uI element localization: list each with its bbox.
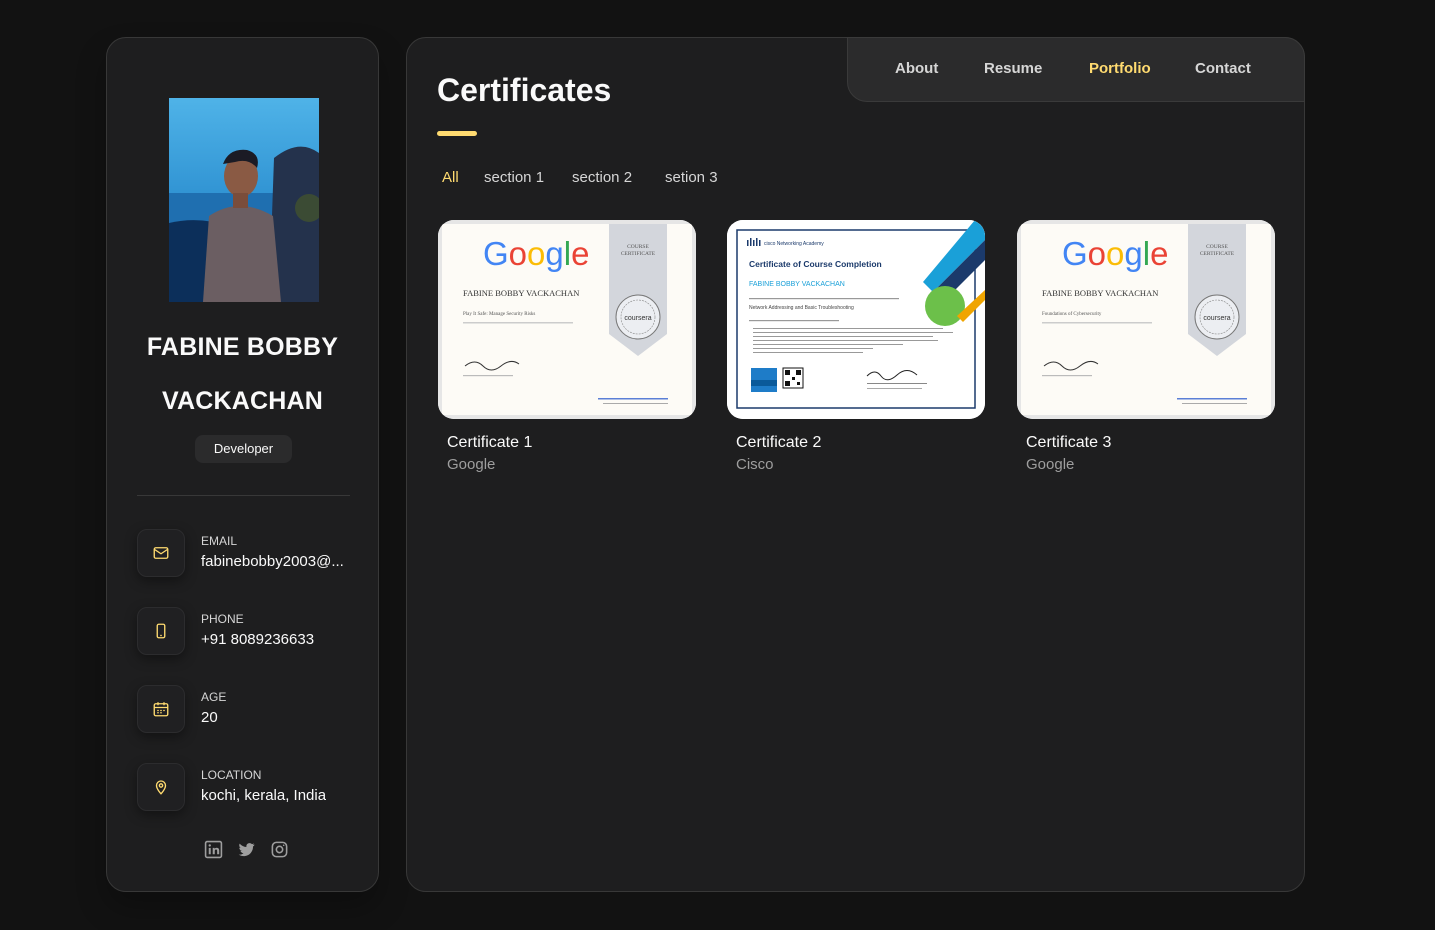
title-underline <box>437 131 477 136</box>
main-panel: About Resume Portfolio Contact Certifica… <box>406 37 1305 892</box>
nav-about[interactable]: About <box>895 60 938 77</box>
location-value: kochi, kerala, India <box>201 787 327 804</box>
seal-text: coursera <box>1203 315 1230 322</box>
calendar-icon <box>137 685 185 733</box>
filter-section-1[interactable]: section 1 <box>484 169 544 186</box>
ribbon-text-line2: CERTIFICATE <box>1200 251 1235 257</box>
profile-name-line2: VACKACHAN <box>161 387 324 415</box>
contact-phone: PHONE +91 8089236633 <box>137 607 367 655</box>
phone-icon <box>137 607 185 655</box>
age-value: 20 <box>201 709 218 726</box>
filter-section-3[interactable]: setion 3 <box>665 169 718 186</box>
nav-contact[interactable]: Contact <box>1195 60 1251 77</box>
location-pin-icon <box>137 763 185 811</box>
phone-link[interactable]: +91 8089236633 <box>201 631 314 648</box>
role-badge: Developer <box>195 435 292 463</box>
linkedin-icon[interactable] <box>204 840 223 859</box>
certificate-issuer: Google <box>447 456 496 473</box>
ribbon-text-line1: COURSE <box>1206 244 1228 250</box>
recipient-name: FABINE BOBBY VACKACHAN <box>749 281 845 288</box>
avatar <box>169 98 319 302</box>
certificate-title: Certificate 2 <box>736 434 822 451</box>
contact-age: AGE 20 <box>137 685 367 733</box>
contact-label: LOCATION <box>201 768 262 782</box>
ribbon-text-line1: COURSE <box>627 244 649 250</box>
twitter-icon[interactable] <box>237 840 256 859</box>
profile-name: FABINE BOBBY VACKACHAN <box>107 320 378 428</box>
profile-name-line1: FABINE BOBBY <box>146 333 339 361</box>
email-link[interactable]: fabinebobby2003@... <box>201 553 344 570</box>
filter-all[interactable]: All <box>442 169 459 186</box>
certificate-thumbnail[interactable]: cisco Networking Academy Certificate of … <box>727 220 985 419</box>
course-name: Network Addressing and Basic Troubleshoo… <box>749 305 854 311</box>
course-name: Play It Safe: Manage Security Risks <box>463 312 535 317</box>
ribbon-text-line2: CERTIFICATE <box>621 251 656 257</box>
cisco-brand-text: cisco Networking Academy <box>764 241 824 247</box>
course-name: Foundations of Cybersecurity <box>1042 312 1102 317</box>
recipient-name: FABINE BOBBY VACKACHAN <box>463 288 579 298</box>
contact-label: EMAIL <box>201 534 238 548</box>
certificate-title: Certificate 1 <box>447 434 533 451</box>
separator <box>137 495 350 496</box>
social-links <box>204 840 289 859</box>
seal-text: coursera <box>624 315 651 322</box>
nav-portfolio[interactable]: Portfolio <box>1089 60 1151 77</box>
certificate-issuer: Cisco <box>736 456 774 473</box>
svg-text:Google: Google <box>1062 235 1168 272</box>
certificate-thumbnail[interactable]: Google COURSE CERTIFICATE coursera FABIN… <box>1017 220 1275 419</box>
mail-icon <box>137 529 185 577</box>
certificate-heading: Certificate of Course Completion <box>749 259 882 269</box>
instagram-icon[interactable] <box>270 840 289 859</box>
certificate-title: Certificate 3 <box>1026 434 1112 451</box>
certificate-issuer: Google <box>1026 456 1075 473</box>
contact-email: EMAIL fabinebobby2003@... <box>137 529 367 577</box>
certificate-card[interactable]: Google COURSE CERTIFICATE coursera FABIN… <box>1017 220 1275 473</box>
page-title: Certificates <box>437 72 612 108</box>
contact-location: LOCATION kochi, kerala, India <box>137 763 367 811</box>
contact-label: PHONE <box>201 612 244 626</box>
certificate-thumbnail[interactable]: Google COURSE CERTIFICATE coursera FABIN… <box>438 220 696 419</box>
contact-label: AGE <box>201 690 227 704</box>
sidebar: FABINE BOBBY VACKACHAN Developer EMAIL f… <box>106 37 379 892</box>
filter-section-2[interactable]: section 2 <box>572 169 632 186</box>
nav-resume[interactable]: Resume <box>984 60 1042 77</box>
svg-text:Google: Google <box>483 235 589 272</box>
certificate-card[interactable]: Google COURSE CERTIFICATE coursera FABIN… <box>438 220 696 473</box>
recipient-name: FABINE BOBBY VACKACHAN <box>1042 288 1158 298</box>
certificate-card[interactable]: cisco Networking Academy Certificate of … <box>727 220 985 473</box>
navbar: About Resume Portfolio Contact <box>847 37 1305 102</box>
